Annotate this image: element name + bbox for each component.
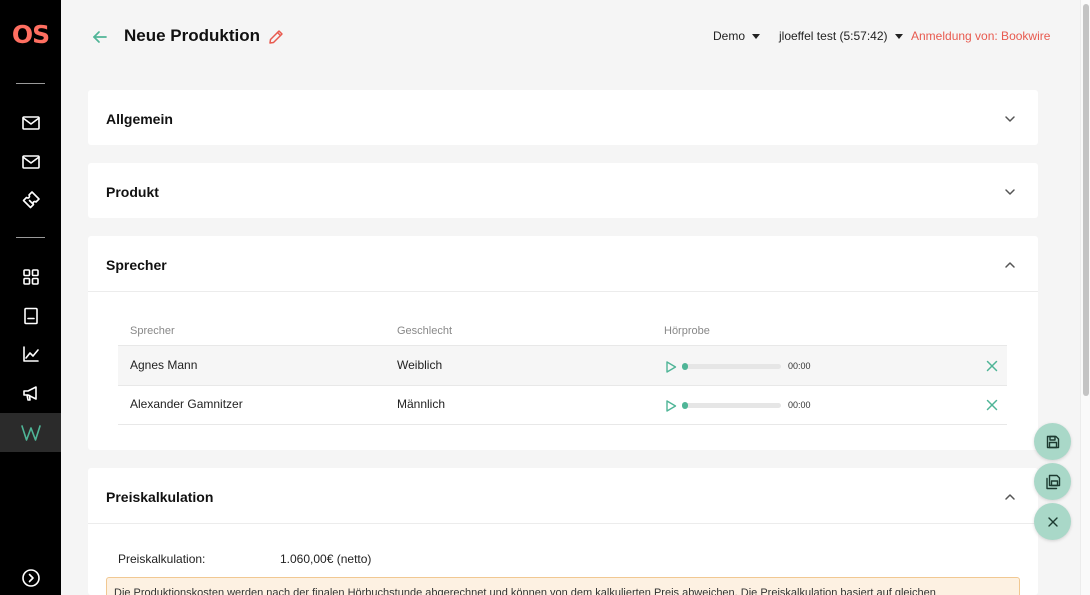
price-value: 1.060,00€ (netto) bbox=[280, 552, 372, 566]
login-info-link[interactable]: Anmeldung von: Bookwire bbox=[911, 29, 1050, 43]
speaker-gender: Weiblich bbox=[397, 358, 443, 372]
panel-allgemein-header[interactable]: Allgemein bbox=[88, 90, 1038, 145]
chevron-up-icon bbox=[1003, 258, 1017, 270]
chevron-down-icon bbox=[1003, 112, 1017, 124]
audio-progress-slider[interactable] bbox=[682, 402, 781, 409]
price-notice: Die Produktionskosten werden nach der fi… bbox=[106, 577, 1020, 595]
panel-title: Produkt bbox=[106, 184, 159, 200]
panel-title: Allgemein bbox=[106, 111, 173, 127]
sidebar-divider bbox=[16, 83, 45, 84]
table-row bbox=[118, 386, 1007, 425]
w-logo-icon[interactable] bbox=[0, 413, 61, 452]
table-divider bbox=[118, 424, 1007, 425]
pencil-icon[interactable] bbox=[268, 29, 284, 45]
os-logo[interactable]: OS bbox=[0, 20, 61, 49]
column-header-hoerprobe: Hörprobe bbox=[664, 325, 710, 337]
table-row bbox=[118, 346, 1007, 385]
grid-icon[interactable] bbox=[20, 266, 41, 287]
page-scrollbar-thumb[interactable] bbox=[1083, 4, 1089, 396]
expand-icon[interactable] bbox=[20, 567, 41, 588]
speaker-name: Agnes Mann bbox=[130, 358, 198, 372]
panel-produkt-header[interactable]: Produkt bbox=[88, 163, 1038, 218]
audio-time: 00:00 bbox=[788, 361, 811, 371]
close-button[interactable] bbox=[1034, 503, 1071, 540]
save-copy-icon bbox=[1045, 474, 1060, 489]
panel-title: Preiskalkulation bbox=[106, 489, 214, 505]
caret-down-icon bbox=[752, 33, 761, 39]
remove-icon[interactable] bbox=[986, 359, 998, 372]
back-arrow-icon[interactable] bbox=[91, 28, 109, 46]
caret-down-icon bbox=[894, 33, 903, 39]
panel-sprecher-header[interactable]: Sprecher bbox=[88, 236, 1038, 291]
page-scrollbar[interactable] bbox=[1080, 0, 1090, 595]
ticket-icon[interactable] bbox=[20, 189, 41, 210]
column-header-sprecher: Sprecher bbox=[130, 325, 175, 337]
play-icon[interactable] bbox=[665, 399, 677, 412]
save-icon bbox=[1046, 435, 1059, 448]
chevron-down-icon bbox=[1003, 185, 1017, 197]
panel-preiskalkulation: Preiskalkulation bbox=[88, 468, 1038, 595]
column-header-geschlecht: Geschlecht bbox=[397, 325, 453, 337]
user-dropdown-label: jloeffel test (5:57:42) bbox=[779, 29, 888, 43]
save-button[interactable] bbox=[1034, 423, 1071, 460]
panel-divider bbox=[88, 291, 1038, 292]
save-copy-button[interactable] bbox=[1034, 463, 1071, 500]
account-dropdown[interactable]: Demo bbox=[713, 29, 761, 43]
chart-icon[interactable] bbox=[20, 343, 41, 364]
chevron-up-icon bbox=[1003, 490, 1017, 502]
panel-title: Sprecher bbox=[106, 257, 167, 273]
megaphone-icon[interactable] bbox=[20, 382, 41, 403]
audio-time: 00:00 bbox=[788, 400, 811, 410]
document-icon[interactable] bbox=[20, 305, 41, 326]
page-title: Neue Produktion bbox=[124, 26, 261, 45]
audio-progress-thumb[interactable] bbox=[682, 363, 688, 370]
sidebar: OS bbox=[0, 0, 61, 595]
mail-icon[interactable] bbox=[20, 112, 41, 133]
panel-allgemein: Allgemein bbox=[88, 90, 1038, 145]
panel-preiskalkulation-header[interactable]: Preiskalkulation bbox=[88, 468, 1038, 523]
speaker-gender: Männlich bbox=[397, 397, 446, 411]
audio-progress-slider[interactable] bbox=[682, 363, 781, 370]
price-notice-text: Die Produktionskosten werden nach der fi… bbox=[114, 587, 936, 595]
remove-icon[interactable] bbox=[986, 398, 998, 411]
account-dropdown-label: Demo bbox=[713, 29, 746, 43]
play-icon[interactable] bbox=[665, 360, 677, 373]
price-label: Preiskalkulation: bbox=[118, 552, 206, 566]
panel-divider bbox=[88, 523, 1038, 524]
speaker-name: Alexander Gamnitzer bbox=[130, 397, 243, 411]
panel-produkt: Produkt bbox=[88, 163, 1038, 218]
user-dropdown[interactable]: jloeffel test (5:57:42) bbox=[779, 29, 903, 43]
audio-progress-thumb[interactable] bbox=[682, 402, 688, 409]
sidebar-divider bbox=[16, 237, 45, 238]
mail-icon[interactable] bbox=[20, 151, 41, 172]
close-icon bbox=[1047, 516, 1058, 527]
